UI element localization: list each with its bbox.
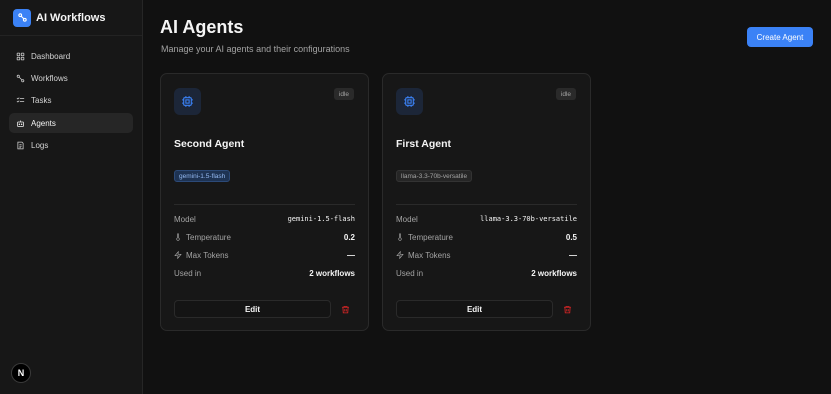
model-row: Model gemini-1.5-flash xyxy=(174,213,355,225)
sidebar-item-dashboard[interactable]: Dashboard xyxy=(9,46,133,66)
sidebar-item-label: Logs xyxy=(31,141,49,151)
cpu-icon xyxy=(396,88,423,115)
agent-card: idle First Agent llama-3.3-70b-versatile… xyxy=(382,73,591,331)
model-label: Model xyxy=(396,214,418,224)
temperature-label: Temperature xyxy=(408,232,453,242)
temperature-row: Temperature 0.5 xyxy=(396,231,577,243)
bot-icon xyxy=(15,118,25,128)
agent-name: First Agent xyxy=(396,138,452,150)
edit-button[interactable]: Edit xyxy=(174,300,331,318)
create-agent-button[interactable]: Create Agent xyxy=(747,27,813,47)
tasks-icon xyxy=(15,96,25,106)
used-in-row: Used in 2 workflows xyxy=(396,267,577,279)
sidebar-item-label: Dashboard xyxy=(31,51,71,61)
temperature-label: Temperature xyxy=(186,232,231,242)
model-label: Model xyxy=(174,214,196,224)
temperature-row: Temperature 0.2 xyxy=(174,231,355,243)
sidebar-item-label: Workflows xyxy=(31,73,68,83)
max-tokens-value: — xyxy=(347,250,355,260)
used-in-label: Used in xyxy=(174,268,202,278)
page-subtitle: Manage your AI agents and their configur… xyxy=(161,44,350,54)
max-tokens-row: Max Tokens — xyxy=(174,249,355,261)
max-tokens-row: Max Tokens — xyxy=(396,249,577,261)
temperature-value: 0.2 xyxy=(343,232,355,242)
trash-icon[interactable] xyxy=(338,302,352,316)
max-tokens-value: — xyxy=(569,250,577,260)
sidebar-item-logs[interactable]: Logs xyxy=(9,136,133,156)
workflow-icon xyxy=(13,8,31,27)
status-badge: idle xyxy=(555,88,576,100)
avatar[interactable]: N xyxy=(11,363,31,383)
sidebar-nav: Dashboard Workflows Tasks Agents Logs xyxy=(0,36,142,156)
zap-icon xyxy=(396,251,404,259)
model-value: gemini-1.5-flash xyxy=(287,215,355,223)
workflows-icon xyxy=(15,73,25,83)
trash-icon[interactable] xyxy=(560,302,574,316)
thermometer-icon xyxy=(398,233,402,241)
logs-icon xyxy=(15,141,25,151)
dashboard-icon xyxy=(15,51,25,61)
sidebar-item-label: Tasks xyxy=(31,96,52,106)
agent-card: idle Second Agent gemini-1.5-flash Model… xyxy=(160,73,369,331)
model-value: llama-3.3-70b-versatile xyxy=(480,215,577,223)
used-in-value: 2 workflows xyxy=(531,268,577,278)
sidebar-item-workflows[interactable]: Workflows xyxy=(9,68,133,88)
main-content: AI Agents Manage your AI agents and thei… xyxy=(143,0,831,394)
agent-name: Second Agent xyxy=(174,138,245,150)
model-badge: gemini-1.5-flash xyxy=(174,170,231,182)
model-row: Model llama-3.3-70b-versatile xyxy=(396,213,577,225)
status-badge: idle xyxy=(333,88,354,100)
edit-button[interactable]: Edit xyxy=(396,300,553,318)
sidebar-item-tasks[interactable]: Tasks xyxy=(9,91,133,111)
sidebar: AI Workflows Dashboard Workflows Tasks A… xyxy=(0,0,143,394)
used-in-label: Used in xyxy=(396,268,424,278)
temperature-value: 0.5 xyxy=(565,232,577,242)
brand[interactable]: AI Workflows xyxy=(0,0,142,36)
app-title: AI Workflows xyxy=(36,11,106,24)
max-tokens-label: Max Tokens xyxy=(186,250,229,260)
sidebar-item-agents[interactable]: Agents xyxy=(9,113,133,134)
divider xyxy=(174,204,355,205)
sidebar-item-label: Agents xyxy=(31,118,56,128)
model-badge: llama-3.3-70b-versatile xyxy=(396,170,473,182)
divider xyxy=(396,204,577,205)
max-tokens-label: Max Tokens xyxy=(408,250,451,260)
zap-icon xyxy=(174,251,182,259)
used-in-value: 2 workflows xyxy=(309,268,355,278)
used-in-row: Used in 2 workflows xyxy=(174,267,355,279)
cpu-icon xyxy=(174,88,201,115)
page-title: AI Agents xyxy=(160,17,244,37)
thermometer-icon xyxy=(176,233,180,241)
